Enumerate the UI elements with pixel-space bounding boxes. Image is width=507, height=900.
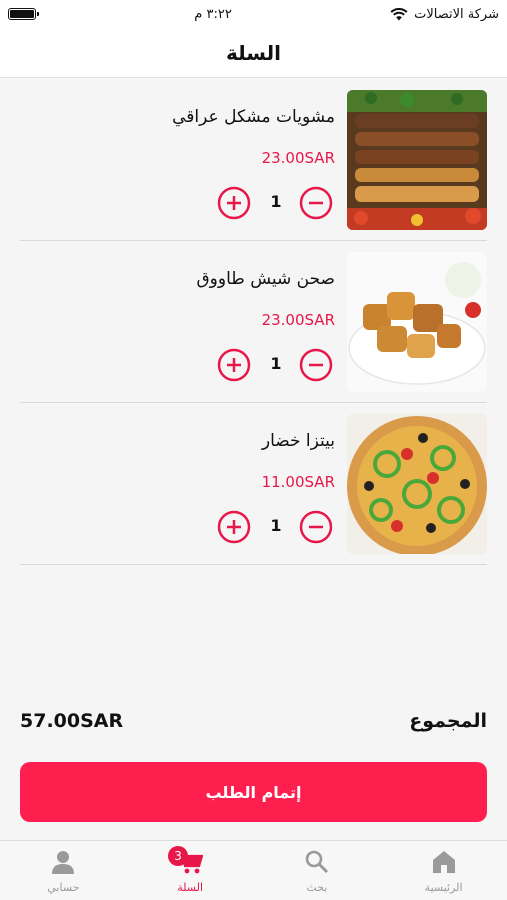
item-name: بيتزا خضار (261, 431, 335, 451)
item-price: 23.00SAR (261, 149, 335, 167)
battery-icon (8, 8, 39, 20)
increase-quantity-button[interactable] (217, 510, 251, 544)
cart-item: بيتزا خضار 11.00SAR 1 (20, 403, 487, 565)
nav-item-search[interactable]: بحث (254, 841, 381, 900)
header-bar: السلة (0, 28, 507, 78)
quantity-value: 1 (270, 516, 282, 535)
increase-quantity-button[interactable] (217, 186, 251, 220)
increase-quantity-button[interactable] (217, 348, 251, 382)
total-amount: 57.00SAR (20, 710, 124, 732)
page-title: السلة (225, 40, 281, 65)
quantity-value: 1 (270, 192, 282, 211)
cart-list: مشويات مشكل عراقي 23.00SAR 1 صحن شيش طاو… (20, 79, 487, 565)
quantity-stepper: 1 (217, 186, 335, 220)
nav-label: بحث (306, 881, 328, 894)
total-row: 57.00SAR المجموع (20, 706, 487, 736)
decrease-quantity-button[interactable] (299, 186, 333, 220)
bottom-nav: حسابي 3 السلة بحث الرئيسية (0, 840, 507, 900)
status-carrier-group: شركة الاتصالات (390, 7, 499, 22)
nav-item-account[interactable]: حسابي (0, 841, 127, 900)
wifi-icon (390, 7, 408, 20)
cart-item: مشويات مشكل عراقي 23.00SAR 1 (20, 79, 487, 241)
item-name: مشويات مشكل عراقي (172, 107, 335, 127)
quantity-stepper: 1 (217, 348, 335, 382)
carrier-name: شركة الاتصالات (414, 6, 499, 22)
decrease-quantity-button[interactable] (299, 348, 333, 382)
cart-item: صحن شيش طاووق 23.00SAR 1 (20, 241, 487, 403)
home-icon (432, 851, 455, 873)
decrease-quantity-button[interactable] (299, 510, 333, 544)
cart-count-badge: 3 (168, 846, 189, 866)
veggie-pizza-image (347, 414, 487, 554)
nav-label: الرئيسية (424, 881, 463, 894)
status-time: ٣:٢٢ م (194, 6, 232, 22)
nav-label: السلة (177, 881, 203, 894)
user-icon (52, 851, 75, 874)
checkout-label: إتمام الطلب (205, 782, 302, 802)
nav-label: حسابي (47, 881, 80, 894)
status-bar: ٣:٢٢ م شركة الاتصالات (0, 0, 507, 28)
quantity-stepper: 1 (217, 510, 335, 544)
nav-item-cart[interactable]: 3 السلة (127, 841, 254, 900)
item-price: 23.00SAR (261, 311, 335, 329)
checkout-button[interactable]: إتمام الطلب (20, 762, 487, 822)
item-price: 11.00SAR (261, 473, 335, 491)
nav-item-home[interactable]: الرئيسية (380, 841, 507, 900)
shish-tawook-image (347, 252, 487, 392)
quantity-value: 1 (270, 354, 282, 373)
mixed-grill-image (347, 90, 487, 230)
item-name: صحن شيش طاووق (196, 269, 335, 289)
search-icon (305, 850, 328, 874)
total-label: المجموع (409, 710, 487, 732)
